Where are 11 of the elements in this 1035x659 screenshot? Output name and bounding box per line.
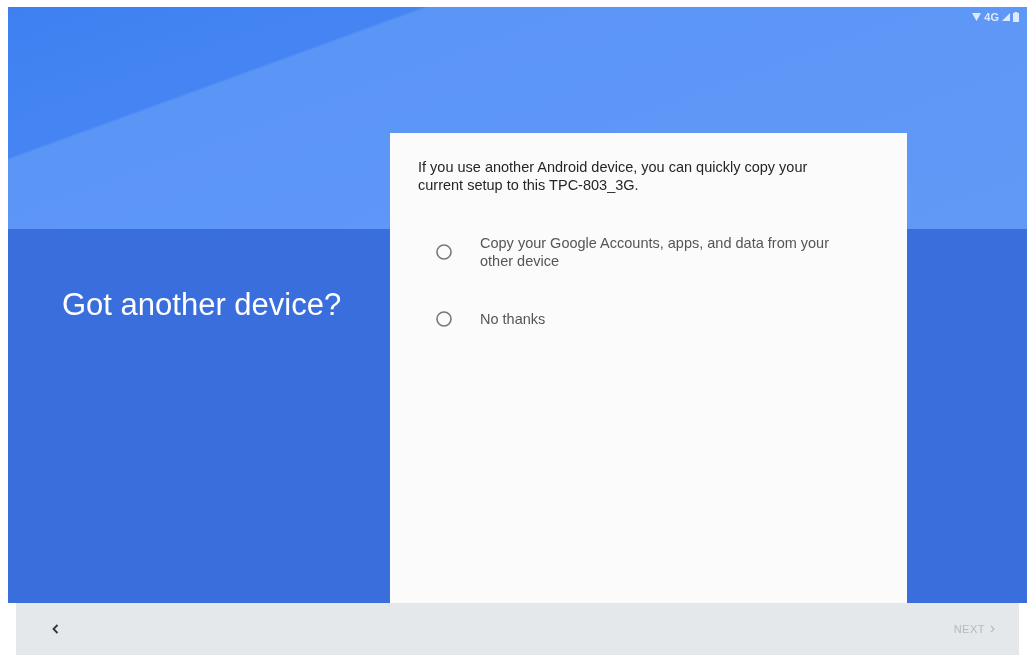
chevron-right-icon xyxy=(990,625,995,633)
radio-option[interactable]: No thanks xyxy=(436,310,855,328)
network-label: 4G xyxy=(984,11,999,23)
back-button[interactable] xyxy=(50,622,61,636)
intro-text: If you use another Android device, you can quickly copy your current setup to this TPC-803_3G. xyxy=(418,158,809,194)
chevron-left-icon xyxy=(52,624,59,634)
wifi-icon xyxy=(972,13,982,21)
signal-icon xyxy=(1002,13,1010,21)
radio-option[interactable]: Copy your Google Accounts, apps, and data from your other device xyxy=(436,234,855,270)
page-title: Got another device? xyxy=(61,286,342,323)
battery-icon xyxy=(1013,12,1019,22)
